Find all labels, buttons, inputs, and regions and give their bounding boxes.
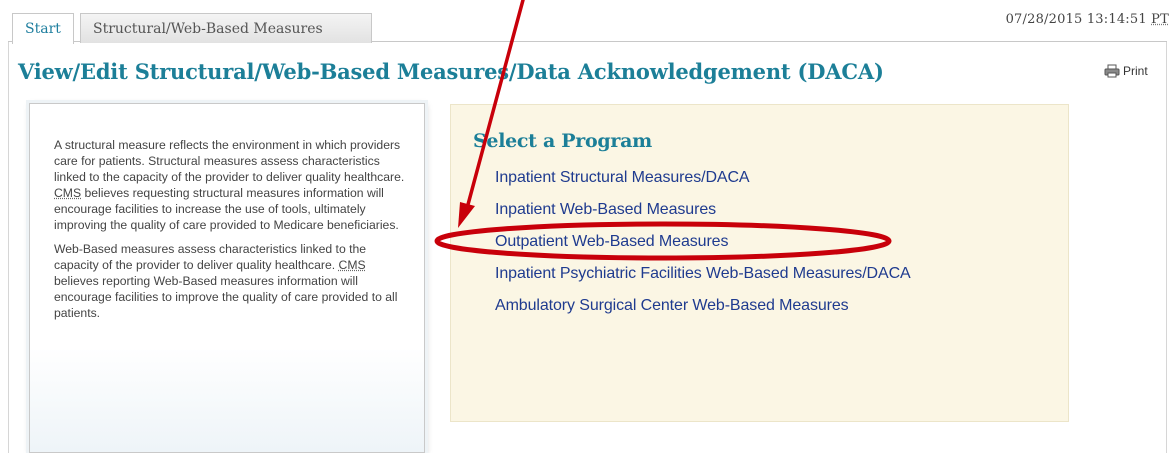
timestamp: 07/28/2015 13:14:51 PT <box>1006 12 1169 27</box>
tab-structural-web-based-measures[interactable]: Structural/Web-Based Measures <box>80 13 372 43</box>
print-label: Print <box>1123 64 1148 78</box>
description-text: A structural measure reflects the enviro… <box>54 138 405 184</box>
program-select-panel: Select a Program Inpatient Structural Me… <box>450 104 1069 422</box>
description-paragraph-web-based: Web-Based measures assess characteristic… <box>54 241 410 321</box>
program-list-item: Inpatient Psychiatric Facilities Web-Bas… <box>495 265 911 297</box>
cms-abbreviation[interactable]: CMS <box>339 258 366 272</box>
description-text: Web-Based measures assess characteristic… <box>54 242 367 272</box>
app-window: Start Structural/Web-Based Measures 07/2… <box>0 0 1175 453</box>
program-list-item: Inpatient Web-Based Measures <box>495 201 911 233</box>
timestamp-timezone: PT <box>1151 12 1169 27</box>
description-text: believes reporting Web-Based measures in… <box>54 274 398 320</box>
description-text: believes requesting structural measures … <box>54 186 399 232</box>
program-list-item: Ambulatory Surgical Center Web-Based Mea… <box>495 297 911 329</box>
program-link-ambulatory-surgical[interactable]: Ambulatory Surgical Center Web-Based Mea… <box>495 297 849 314</box>
program-link-outpatient-web-based[interactable]: Outpatient Web-Based Measures <box>495 233 728 250</box>
tab-start-label: Start <box>25 21 61 37</box>
print-button[interactable]: Print <box>1104 64 1148 78</box>
tab-start[interactable]: Start <box>12 13 74 44</box>
program-list: Inpatient Structural Measures/DACA Inpat… <box>495 169 911 329</box>
program-link-inpatient-psychiatric[interactable]: Inpatient Psychiatric Facilities Web-Bas… <box>495 265 911 282</box>
description-panel: A structural measure reflects the enviro… <box>29 103 425 453</box>
page-title: View/Edit Structural/Web-Based Measures/… <box>18 59 884 84</box>
printer-icon <box>1104 64 1120 78</box>
program-list-item: Outpatient Web-Based Measures <box>495 233 911 265</box>
program-list-item: Inpatient Structural Measures/DACA <box>495 169 911 201</box>
program-link-inpatient-web-based[interactable]: Inpatient Web-Based Measures <box>495 201 716 218</box>
timestamp-datetime: 07/28/2015 13:14:51 <box>1005 12 1147 27</box>
tab-structural-label: Structural/Web-Based Measures <box>93 20 323 37</box>
description-paragraph-structural: A structural measure reflects the enviro… <box>54 137 410 233</box>
program-link-inpatient-structural[interactable]: Inpatient Structural Measures/DACA <box>495 169 750 186</box>
program-select-heading: Select a Program <box>473 130 652 152</box>
cms-abbreviation[interactable]: CMS <box>54 186 81 200</box>
